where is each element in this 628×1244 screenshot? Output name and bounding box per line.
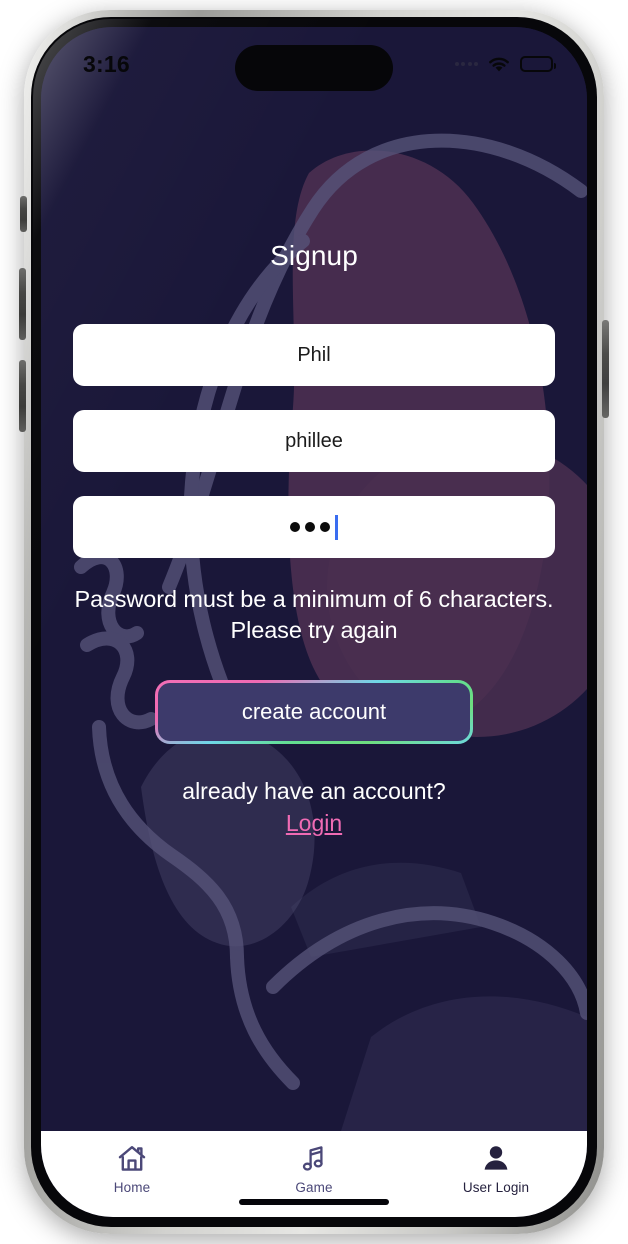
login-link[interactable]: Login [73, 807, 555, 839]
power-button[interactable] [602, 320, 609, 418]
password-field[interactable] [73, 496, 555, 558]
cellular-dots-icon [454, 62, 478, 66]
phone-screen: 3:16 Signup Phil phillee Password must b… [41, 27, 587, 1217]
tab-home[interactable]: Home [41, 1142, 223, 1195]
name-field-value: Phil [297, 343, 331, 366]
signup-form: Signup Phil phillee Password must be a m… [41, 27, 587, 1131]
user-person-icon [482, 1142, 510, 1174]
page-title: Signup [270, 240, 358, 271]
footer-prompt: already have an account? Login [73, 776, 555, 839]
tab-user-login[interactable]: User Login [405, 1142, 587, 1195]
battery-icon [520, 56, 556, 72]
dynamic-island [235, 45, 393, 91]
status-indicators [454, 56, 556, 73]
create-account-label: create account [158, 683, 470, 741]
screenshot-root: 3:16 Signup Phil phillee Password must b… [0, 0, 628, 1244]
password-dots-icon [290, 522, 331, 532]
music-note-icon [300, 1142, 328, 1174]
app-content: Signup Phil phillee Password must be a m… [41, 27, 587, 1217]
volume-down-button[interactable] [19, 360, 26, 432]
username-field-value: phillee [285, 429, 343, 452]
username-field[interactable]: phillee [73, 410, 555, 472]
mute-switch-button[interactable] [20, 196, 27, 232]
tab-game-label: Game [295, 1180, 333, 1195]
home-indicator[interactable] [239, 1199, 389, 1205]
wifi-icon [489, 57, 509, 71]
status-time: 3:16 [83, 50, 130, 77]
name-field[interactable]: Phil [73, 324, 555, 386]
error-message: Password must be a minimum of 6 characte… [74, 586, 554, 643]
create-account-wrap: create account [73, 680, 555, 744]
tab-home-label: Home [113, 1180, 151, 1195]
volume-up-button[interactable] [19, 268, 26, 340]
tab-game[interactable]: Game [223, 1142, 405, 1195]
tab-user-login-label: User Login [462, 1180, 530, 1195]
password-masked-value [290, 514, 338, 540]
house-icon [117, 1142, 147, 1174]
text-caret [335, 514, 338, 540]
create-account-button[interactable]: create account [155, 680, 473, 744]
footer-prompt-text: already have an account? [182, 778, 446, 804]
